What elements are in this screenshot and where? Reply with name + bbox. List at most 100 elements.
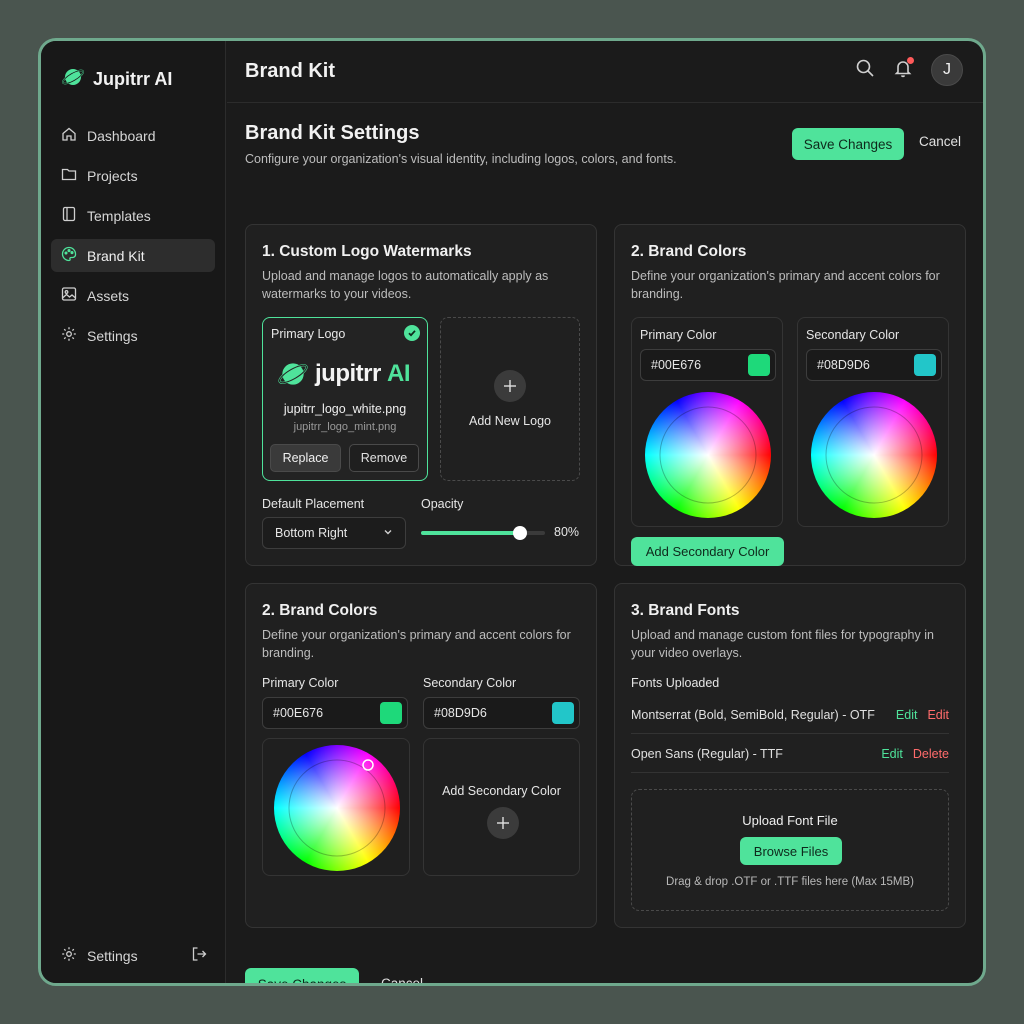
logo-preview: jupitrr AI [277, 358, 411, 390]
opacity-value: 80% [554, 525, 580, 539]
opacity-slider-fill [421, 531, 521, 535]
card-description: Upload and manage logos to automatically… [262, 269, 549, 301]
card-title: 2. Brand Colors [631, 243, 747, 260]
header-actions: J [855, 54, 963, 86]
logout-icon[interactable] [191, 946, 207, 965]
secondary-color-input[interactable]: #08D9D6 [423, 697, 580, 729]
primary-color-hex: #00E676 [273, 706, 324, 720]
secondary-color-swatch[interactable] [552, 702, 574, 724]
placement-label: Default Placement [262, 497, 365, 511]
upload-font-title: Upload Font File [742, 813, 838, 828]
sidebar-nav: Dashboard Projects Templates Brand Kit A… [51, 119, 215, 359]
plus-icon [494, 370, 526, 402]
brand-colors-card-top: 2. Brand Colors Define your organization… [614, 224, 966, 566]
sidebar-item-assets[interactable]: Assets [51, 279, 215, 312]
secondary-color-hex: #08D9D6 [817, 358, 870, 372]
font-row: Montserrat (Bold, SemiBold, Regular) - O… [631, 696, 949, 734]
edit-font-button[interactable]: Edit [881, 747, 903, 761]
sidebar-item-settings[interactable]: Settings [51, 319, 215, 352]
cancel-button[interactable]: Cancel [912, 134, 968, 149]
card-description: Define your organization's primary and a… [631, 269, 940, 301]
primary-logo-tile[interactable]: Primary Logo jupitrr AI jupitrr_logo_whi… [262, 317, 428, 481]
add-secondary-color-label: Add Secondary Color [442, 784, 561, 798]
primary-color-input[interactable]: #00E676 [262, 697, 408, 729]
folder-icon [61, 166, 77, 185]
placement-select[interactable]: Bottom Right [262, 517, 406, 549]
remove-logo-button[interactable]: Remove [349, 444, 419, 472]
opacity-slider[interactable] [421, 526, 545, 540]
primary-color-swatch[interactable] [748, 354, 770, 376]
template-icon [61, 206, 77, 225]
sidebar-footer: Settings [61, 946, 207, 965]
sidebar-item-label: Assets [87, 287, 130, 304]
primary-color-hex: #00E676 [651, 358, 702, 372]
primary-color-wheel[interactable] [645, 392, 771, 523]
sidebar-item-label: Settings [87, 327, 138, 344]
user-avatar[interactable]: J [931, 54, 963, 86]
notification-dot [907, 56, 914, 64]
card-title: 3. Brand Fonts [631, 602, 740, 619]
add-secondary-color-button[interactable]: Add Secondary Color [631, 537, 784, 566]
main-content: Brand Kit Settings Configure your organi… [227, 104, 983, 983]
secondary-color-input[interactable]: #08D9D6 [806, 349, 942, 381]
add-new-logo-tile[interactable]: Add New Logo [440, 317, 580, 481]
primary-color-input[interactable]: #00E676 [640, 349, 776, 381]
logo-watermarks-card: 1. Custom Logo Watermarks Upload and man… [245, 224, 597, 566]
page-title: Brand Kit Settings [245, 122, 420, 144]
fonts-uploaded-label: Fonts Uploaded [631, 676, 720, 690]
secondary-color-panel: Secondary Color #08D9D6 [797, 317, 949, 527]
sidebar-item-label: Projects [87, 167, 138, 184]
font-row: Open Sans (Regular) - TTF Edit Delete [631, 735, 949, 773]
logo-alt-filename: jupitrr_logo_mint.png [293, 421, 397, 433]
delete-font-button[interactable]: Delete [913, 747, 949, 761]
card-title: 1. Custom Logo Watermarks [262, 243, 472, 260]
add-secondary-color-tile[interactable]: Add Secondary Color [423, 738, 580, 876]
sidebar-item-projects[interactable]: Projects [51, 159, 215, 192]
image-icon [61, 286, 77, 305]
sidebar-item-dashboard[interactable]: Dashboard [51, 119, 215, 152]
secondary-color-wheel[interactable] [811, 392, 937, 523]
secondary-color-hex: #08D9D6 [434, 706, 487, 720]
footer-cancel-button[interactable]: Cancel [374, 976, 430, 983]
font-name: Open Sans (Regular) - TTF [631, 746, 783, 761]
secondary-color-swatch[interactable] [914, 354, 936, 376]
sidebar: Jupitrr AI Dashboard Projects Templates … [41, 41, 226, 983]
planet-logo-icon [61, 65, 85, 94]
logo-wordmark: jupitrr AI [315, 360, 411, 387]
primary-color-wheel[interactable] [274, 745, 400, 876]
sidebar-item-templates[interactable]: Templates [51, 199, 215, 232]
page-subtitle: Configure your organization's visual ide… [245, 152, 677, 166]
gear-icon [61, 326, 77, 345]
brand-fonts-card: 3. Brand Fonts Upload and manage custom … [614, 583, 966, 928]
font-action-button[interactable]: Edit [927, 708, 949, 722]
browse-files-button[interactable]: Browse Files [740, 837, 842, 865]
sidebar-footer-settings[interactable]: Settings [61, 946, 138, 965]
primary-color-label: Primary Color [640, 328, 717, 342]
home-icon [61, 126, 77, 145]
brand-colors-card-bottom: 2. Brand Colors Define your organization… [245, 583, 597, 928]
check-icon [404, 325, 420, 341]
replace-logo-button[interactable]: Replace [270, 444, 341, 472]
add-new-logo-label: Add New Logo [468, 414, 551, 428]
edit-font-button[interactable]: Edit [896, 708, 918, 722]
font-upload-dropzone[interactable]: Upload Font File Browse Files Drag & dro… [631, 789, 949, 911]
save-button[interactable]: Save Changes [792, 128, 904, 160]
primary-color-swatch[interactable] [380, 702, 402, 724]
secondary-color-label: Secondary Color [806, 328, 900, 342]
plus-icon [487, 807, 519, 839]
card-description: Upload and manage custom font files for … [631, 628, 934, 660]
footer-save-button[interactable]: Save Changes [245, 968, 359, 983]
opacity-slider-thumb[interactable] [513, 526, 528, 540]
palette-icon [61, 246, 77, 265]
search-icon[interactable] [855, 58, 875, 83]
sidebar-item-brand-kit[interactable]: Brand Kit [51, 239, 215, 272]
upload-hint: Drag & drop .OTF or .TTF files here (Max… [666, 876, 914, 888]
sidebar-item-label: Brand Kit [87, 247, 145, 264]
card-description: Define your organization's primary and a… [262, 628, 571, 660]
app-window: Jupitrr AI Dashboard Projects Templates … [38, 38, 986, 986]
primary-logo-label: Primary Logo [271, 327, 346, 341]
app-logo[interactable]: Jupitrr AI [61, 65, 172, 94]
sidebar-item-label: Templates [87, 207, 151, 224]
notification-bell-icon[interactable] [893, 56, 914, 83]
primary-color-panel: Primary Color #00E676 [631, 317, 783, 527]
